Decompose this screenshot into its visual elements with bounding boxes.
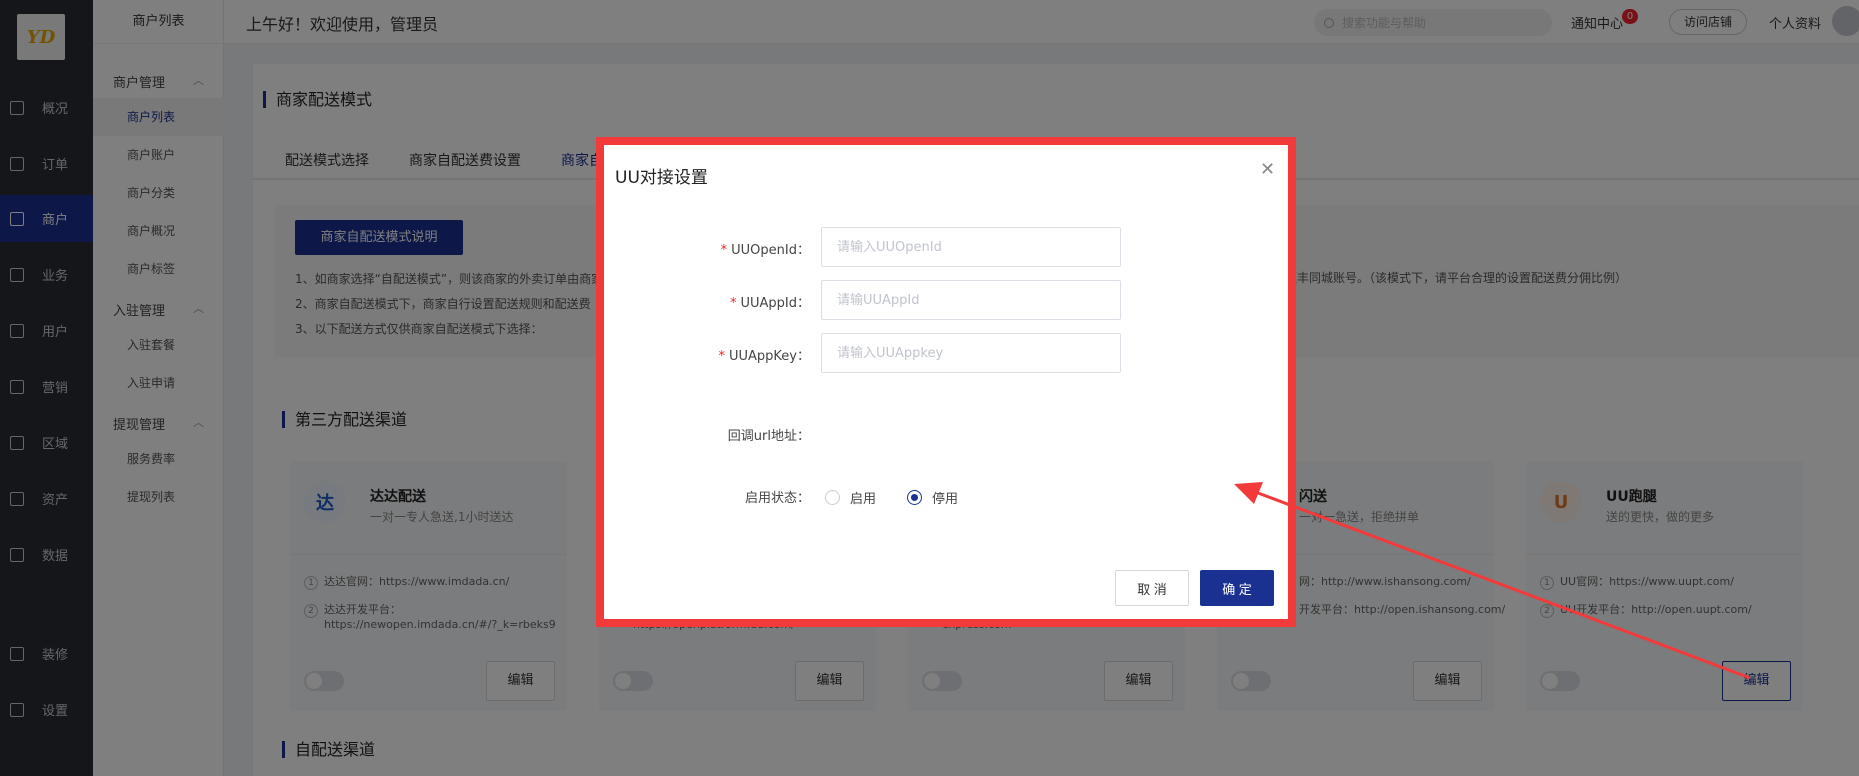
arrow-line — [1257, 491, 1751, 680]
annotation-arrow — [1234, 482, 1751, 680]
